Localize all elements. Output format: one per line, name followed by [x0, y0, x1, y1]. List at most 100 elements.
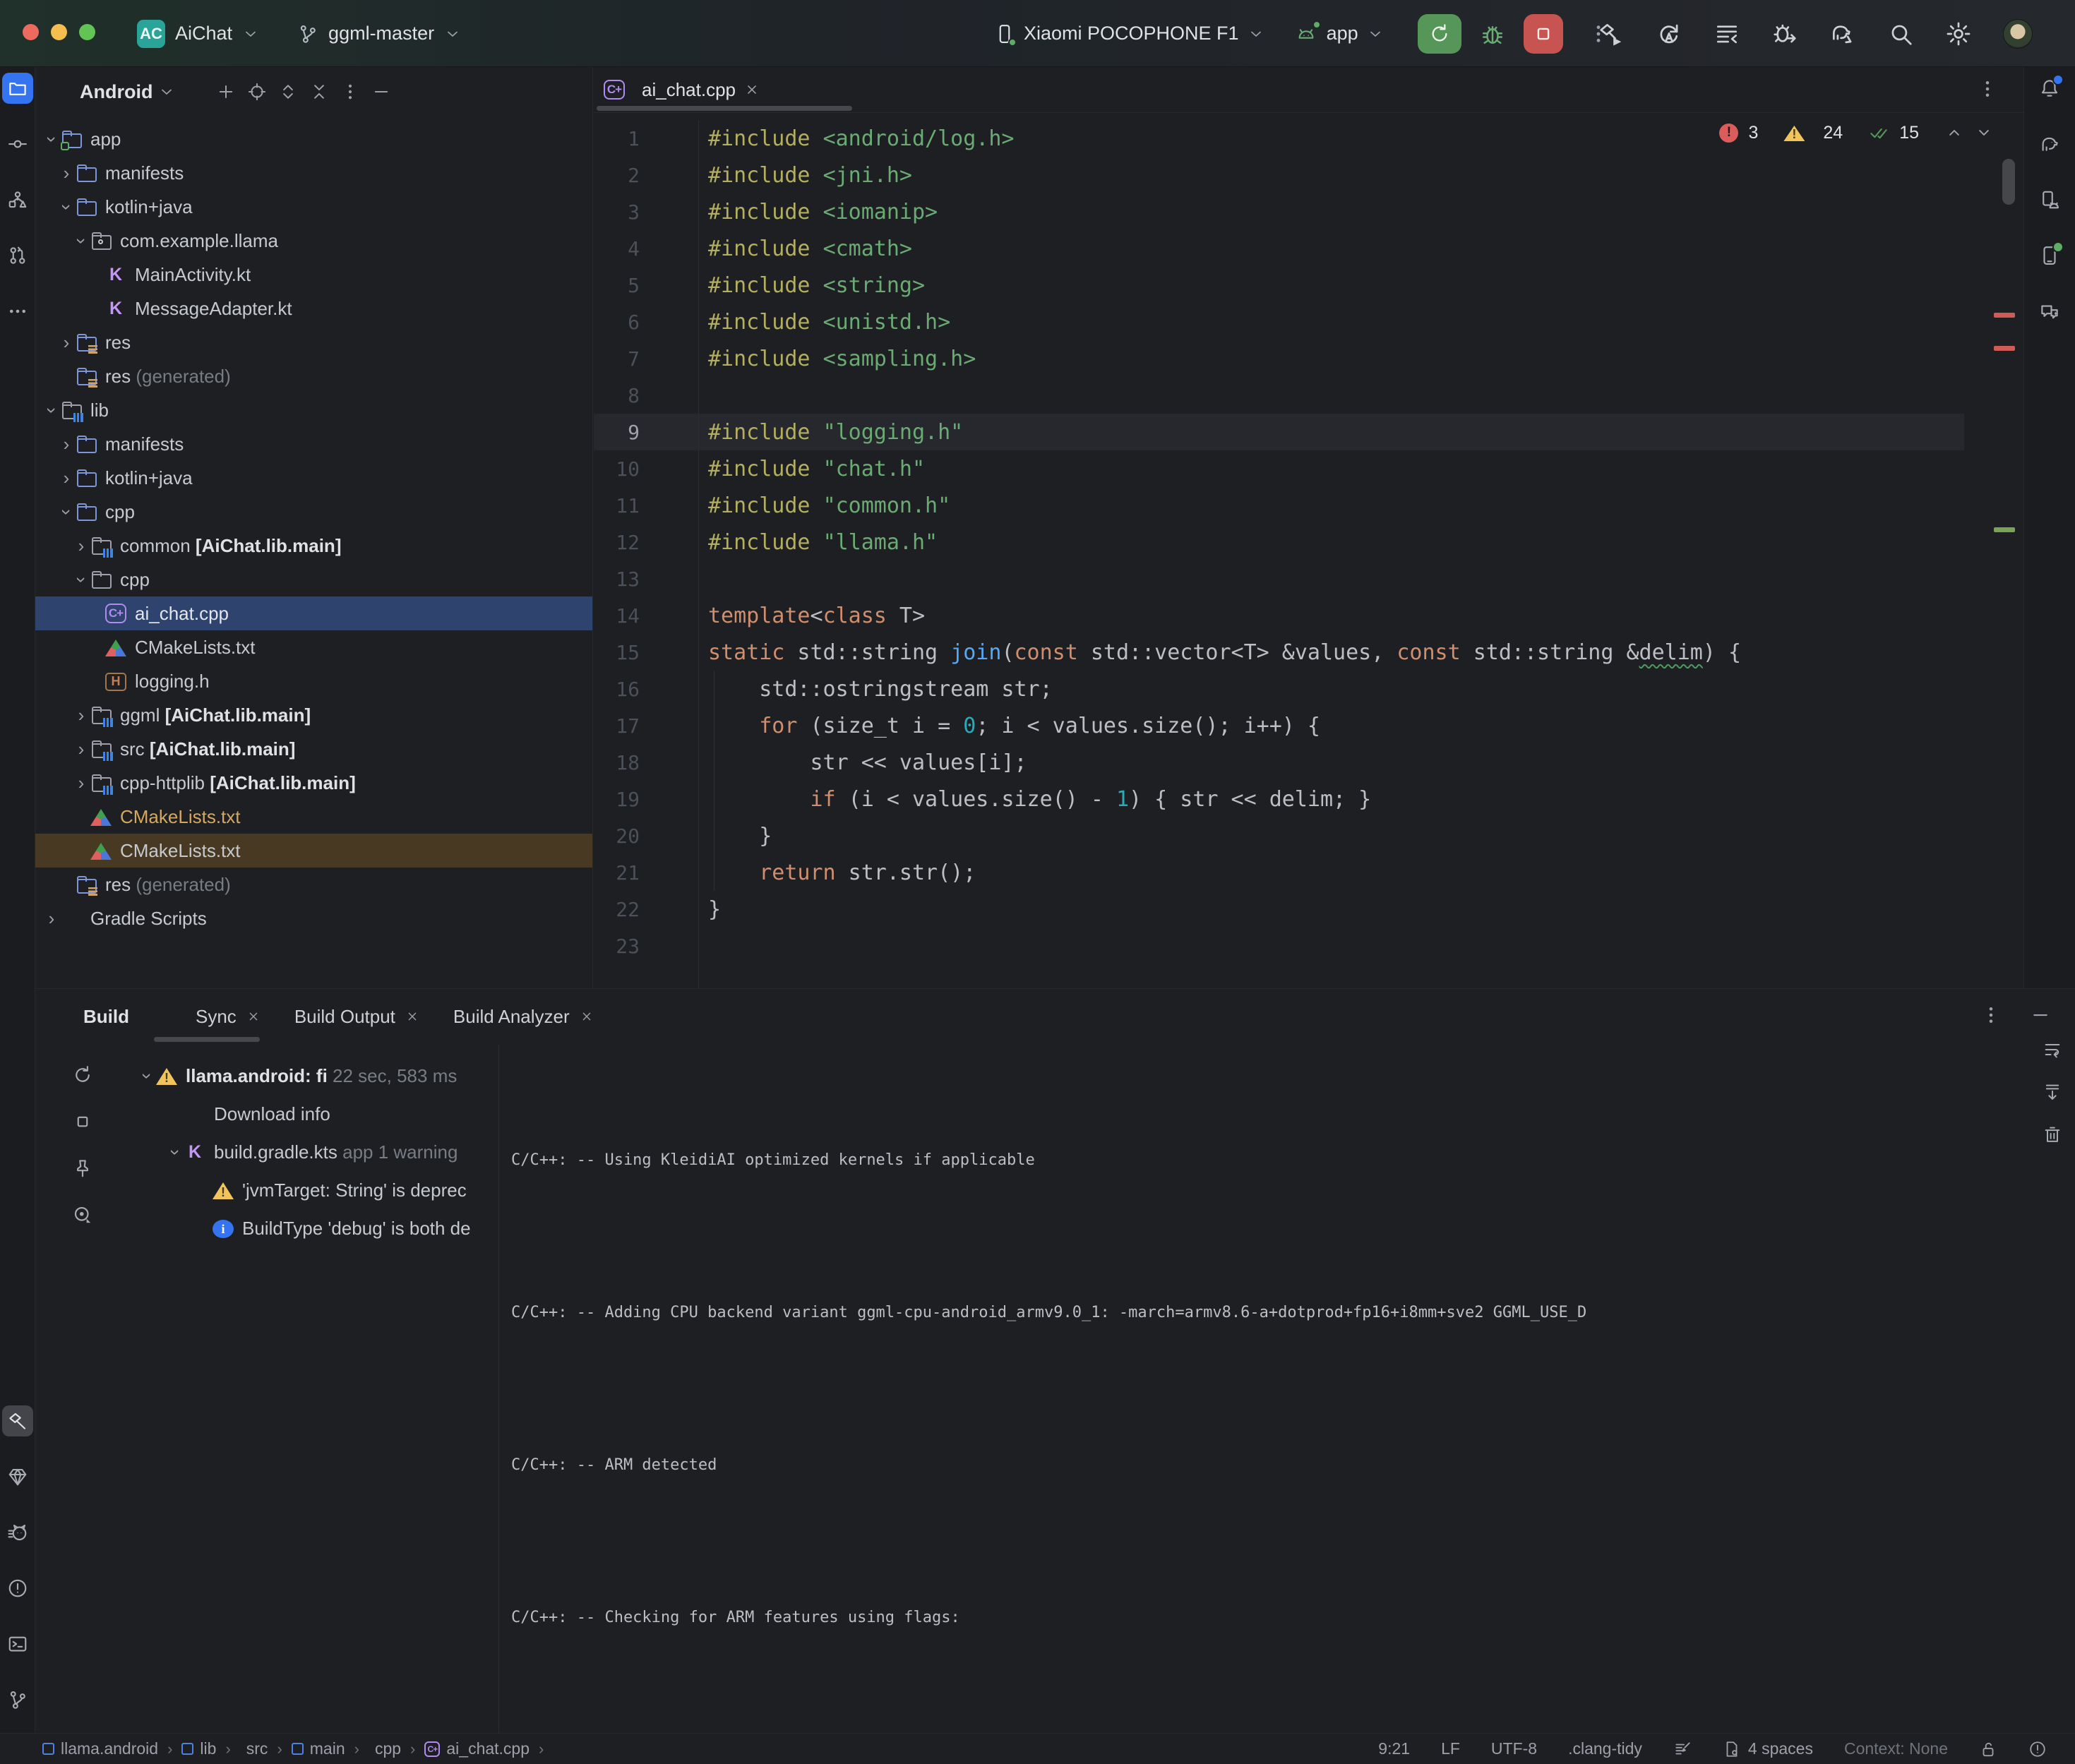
close-tab-icon[interactable]	[744, 82, 760, 97]
tree-chevron-icon[interactable]	[72, 230, 90, 252]
inspection-widget[interactable]: ! 3 24 15	[1719, 122, 1994, 143]
build-tab[interactable]: Build Output	[277, 989, 436, 1044]
problems-tool-icon[interactable]	[2, 1573, 33, 1604]
build-console[interactable]: C/C++: -- Using KleidiAI optimized kerne…	[503, 1044, 2022, 1723]
project-selector[interactable]: AiChat	[175, 23, 232, 44]
tree-chevron-icon[interactable]	[72, 704, 90, 726]
tree-chevron-icon[interactable]	[42, 908, 61, 930]
tree-chevron-icon[interactable]	[42, 400, 61, 421]
indent-config[interactable]: 4 spaces	[1723, 1739, 1813, 1758]
tree-row[interactable]: cpp-httplib [AiChat.lib.main]	[35, 766, 592, 800]
breadcrumb-item[interactable]: src	[240, 1739, 268, 1758]
run-config-selector[interactable]: app	[1327, 23, 1358, 44]
device-manager-icon[interactable]	[2034, 184, 2065, 215]
sync-changes-icon[interactable]	[1656, 20, 1682, 47]
close-tab-icon[interactable]	[580, 1009, 594, 1024]
editor-scrollbar[interactable]	[2002, 159, 2015, 205]
tab-scrollbar[interactable]	[597, 106, 852, 111]
breadcrumb-item[interactable]: main	[292, 1739, 345, 1758]
caret-position[interactable]: 9:21	[1378, 1739, 1410, 1758]
tree-row[interactable]: MainActivity.kt	[35, 258, 592, 292]
tree-row[interactable]: CMakeLists.txt	[35, 800, 592, 834]
gradle-sync-icon[interactable]	[1829, 20, 1856, 47]
add-icon[interactable]	[216, 82, 236, 102]
pull-requests-tool-icon[interactable]	[2, 240, 33, 271]
line-ending-selector[interactable]: LF	[1441, 1739, 1460, 1758]
breadcrumb-item[interactable]: lib	[181, 1739, 216, 1758]
line-number[interactable]: 14	[594, 604, 640, 628]
minimize-window-button[interactable]	[51, 24, 67, 40]
hide-build-panel-icon[interactable]	[2030, 1004, 2051, 1026]
zoom-window-button[interactable]	[79, 24, 95, 40]
line-number[interactable]: 12	[594, 531, 640, 554]
tree-row[interactable]: kotlin+java	[35, 461, 592, 495]
build-run-icon[interactable]	[1598, 20, 1625, 47]
editor-options-kebab-icon[interactable]	[1977, 78, 1998, 100]
search-everywhere-icon[interactable]	[1887, 20, 1914, 47]
tree-row[interactable]: app	[35, 122, 592, 156]
clear-all-icon[interactable]	[2038, 1120, 2067, 1148]
project-tool-icon[interactable]	[2, 73, 33, 104]
gradle-tool-icon[interactable]	[2034, 128, 2065, 160]
build-tree-row[interactable]: Download info	[35, 1095, 498, 1133]
line-number[interactable]: 22	[594, 898, 640, 921]
tree-row[interactable]: res (generated)	[35, 359, 592, 393]
tree-row[interactable]: logging.h	[35, 664, 592, 698]
changelist-icon[interactable]	[1714, 20, 1740, 47]
clang-tidy-indicator[interactable]: .clang-tidy	[1568, 1739, 1642, 1758]
line-number[interactable]: 15	[594, 641, 640, 664]
tree-row[interactable]: common [AiChat.lib.main]	[35, 529, 592, 563]
line-number[interactable]: 18	[594, 751, 640, 774]
build-panel-divider[interactable]	[498, 1044, 499, 1733]
close-tab-icon[interactable]	[246, 1009, 261, 1024]
line-number[interactable]: 9	[594, 421, 640, 444]
build-tree-row[interactable]: build.gradle.kts app 1 warning	[35, 1133, 498, 1171]
breadcrumb-item[interactable]: cpp	[369, 1739, 401, 1758]
rerun-app-button[interactable]	[1418, 14, 1461, 54]
build-tab[interactable]: Build Analyzer	[436, 989, 611, 1044]
build-tree-row[interactable]: 'jvmTarget: String' is deprec	[35, 1171, 498, 1209]
device-selector[interactable]: Xiaomi POCOPHONE F1	[1024, 23, 1239, 44]
line-number[interactable]: 6	[594, 311, 640, 334]
locate-file-icon[interactable]	[247, 82, 267, 102]
tree-chevron-icon[interactable]	[72, 535, 90, 557]
tree-chevron-icon[interactable]	[57, 162, 76, 184]
error-stripe-mark[interactable]	[1994, 346, 2015, 351]
notifications-icon[interactable]	[2034, 73, 2065, 104]
branch-selector[interactable]: ggml-master	[328, 23, 434, 44]
encoding-selector[interactable]: UTF-8	[1491, 1739, 1537, 1758]
change-stripe-mark[interactable]	[1994, 527, 2015, 532]
tree-chevron-icon[interactable]	[57, 467, 76, 489]
tree-chevron-icon[interactable]	[57, 433, 76, 455]
hide-panel-icon[interactable]	[371, 82, 391, 102]
tree-chevron-icon[interactable]	[166, 1141, 184, 1163]
build-tree-row[interactable]: BuildType 'debug' is both de	[35, 1209, 498, 1247]
tree-chevron-icon[interactable]	[42, 128, 61, 150]
stop-app-button[interactable]	[1524, 14, 1563, 54]
structure-tool-icon[interactable]	[2, 184, 33, 215]
running-devices-icon[interactable]	[2034, 240, 2065, 271]
tree-row[interactable]: MessageAdapter.kt	[35, 292, 592, 325]
expand-all-icon[interactable]	[278, 82, 298, 102]
tree-chevron-icon[interactable]	[72, 738, 90, 760]
line-number[interactable]: 16	[594, 678, 640, 701]
tree-chevron-icon[interactable]	[72, 569, 90, 591]
version-control-icon[interactable]	[2, 1684, 33, 1715]
error-stripe-mark[interactable]	[1994, 313, 2015, 318]
line-number[interactable]: 5	[594, 274, 640, 297]
breadcrumb-item[interactable]: ai_chat.cpp	[424, 1739, 530, 1758]
code-style-icon[interactable]	[1673, 1740, 1692, 1758]
project-view-selector[interactable]: Android	[80, 81, 153, 103]
close-tab-icon[interactable]	[405, 1009, 419, 1024]
commit-tool-icon[interactable]	[2, 128, 33, 160]
tree-chevron-icon[interactable]	[72, 772, 90, 794]
line-number[interactable]: 23	[594, 935, 640, 958]
build-tool-icon[interactable]	[2, 1405, 33, 1436]
collapse-all-icon[interactable]	[309, 82, 329, 102]
line-number[interactable]: 21	[594, 861, 640, 884]
line-number[interactable]: 10	[594, 457, 640, 481]
tree-row[interactable]: cpp	[35, 495, 592, 529]
breadcrumb-item[interactable]: llama.android	[42, 1739, 158, 1758]
tree-row[interactable]: Gradle Scripts	[35, 901, 592, 935]
lock-icon[interactable]	[1979, 1740, 1997, 1758]
